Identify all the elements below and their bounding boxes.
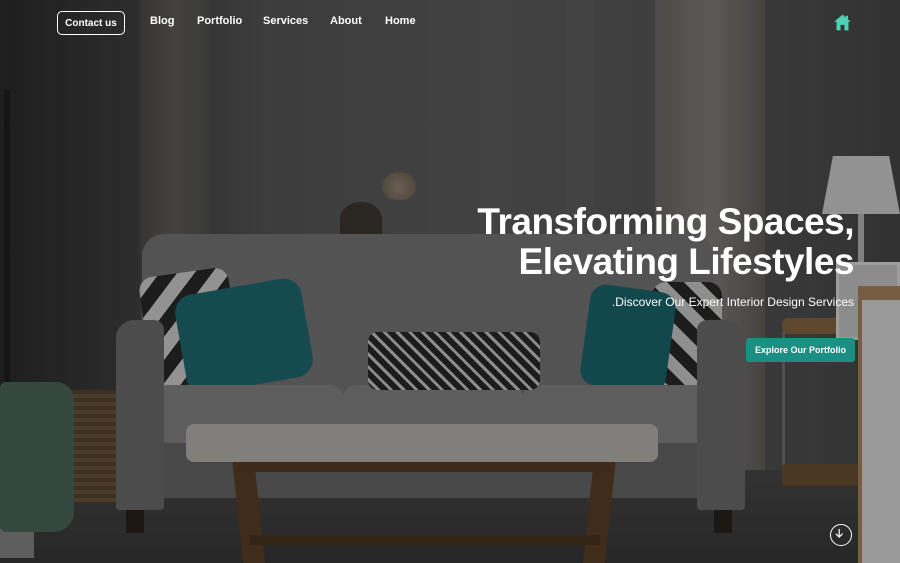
home-icon[interactable] xyxy=(833,13,852,32)
hero-subtitle: .Discover Our Expert Interior Design Ser… xyxy=(611,295,854,309)
contact-us-button[interactable]: Contact us xyxy=(57,11,125,35)
top-navigation: Contact us Blog Portfolio Services About… xyxy=(0,0,900,46)
arrow-down-circle-icon xyxy=(835,528,843,538)
nav-link-blog[interactable]: Blog xyxy=(150,15,174,27)
scroll-down-button[interactable] xyxy=(830,524,852,546)
nav-link-about[interactable]: About xyxy=(330,15,362,27)
hero-title-line-2: Elevating Lifestyles xyxy=(518,241,855,282)
explore-portfolio-button[interactable]: Explore Our Portfolio xyxy=(746,338,855,362)
nav-link-services[interactable]: Services xyxy=(263,15,308,27)
nav-link-portfolio[interactable]: Portfolio xyxy=(197,15,242,27)
hero-title-line-1: Transforming Spaces, xyxy=(477,201,854,242)
hero-title: Transforming Spaces, Elevating Lifestyle… xyxy=(374,202,854,282)
nav-link-home[interactable]: Home xyxy=(385,15,416,27)
